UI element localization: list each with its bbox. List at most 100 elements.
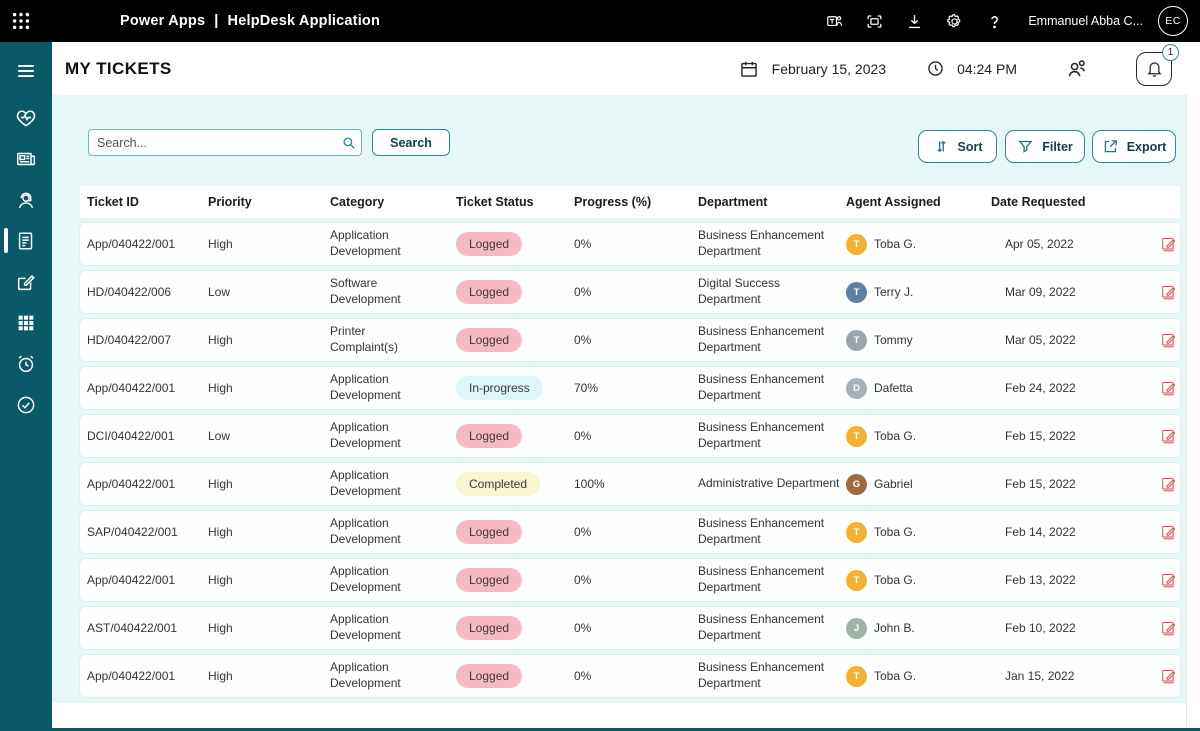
sidebar-item-tickets[interactable] (0, 220, 52, 261)
calendar-icon (739, 59, 759, 79)
notification-bell[interactable]: 1 (1136, 52, 1172, 86)
sidebar-item-apps[interactable] (0, 302, 52, 343)
status-badge: In-progress (456, 376, 543, 400)
table-row[interactable]: App/040422/001 High Application Developm… (79, 222, 1181, 266)
app-launcher-icon[interactable] (10, 10, 32, 32)
date-cell: Feb 24, 2022 (991, 381, 1134, 395)
status-cell: Logged (456, 568, 574, 592)
sidebar-item-compose[interactable] (0, 261, 52, 302)
agent-cell: T Toba G. (846, 666, 991, 687)
edit-ticket-button[interactable] (1134, 283, 1180, 301)
agent-avatar: D (846, 378, 867, 399)
department-cell: Administrative Department (698, 476, 846, 492)
search-input[interactable] (88, 129, 362, 156)
settings-icon[interactable] (937, 6, 971, 36)
agent-avatar: T (846, 570, 867, 591)
teams-icon[interactable] (817, 6, 851, 36)
agent-cell: D Dafetta (846, 378, 991, 399)
department-cell: Business Enhancement Department (698, 324, 846, 355)
table-row[interactable]: SAP/040422/001 High Application Developm… (79, 510, 1181, 554)
sort-icon (933, 138, 950, 155)
progress-cell: 0% (574, 669, 698, 683)
agent-avatar: T (846, 666, 867, 687)
ticket-id-cell: App/040422/001 (87, 669, 208, 683)
sidebar-item-tasks[interactable] (0, 384, 52, 425)
content-panel: Search Sort Filter Export Ticket IDPrior… (52, 95, 1186, 703)
share-people-icon[interactable] (1065, 57, 1088, 80)
edit-icon (1160, 379, 1178, 397)
tickets-table: App/040422/001 High Application Developm… (79, 222, 1181, 702)
edit-icon (1160, 571, 1178, 589)
category-cell: Application Development (330, 564, 456, 595)
sidebar-item-agents[interactable] (0, 179, 52, 220)
table-row[interactable]: App/040422/001 High Application Developm… (79, 366, 1181, 410)
priority-cell: High (208, 477, 330, 491)
clock-icon (926, 59, 945, 78)
edit-ticket-button[interactable] (1134, 571, 1180, 589)
help-icon[interactable] (977, 6, 1011, 36)
status-badge: Logged (456, 232, 522, 256)
edit-icon (1160, 427, 1178, 445)
date-cell: Feb 10, 2022 (991, 621, 1134, 635)
agent-cell: T Terry J. (846, 282, 991, 303)
download-icon[interactable] (897, 6, 931, 36)
priority-cell: High (208, 669, 330, 683)
compose-icon (15, 271, 37, 293)
table-row[interactable]: AST/040422/001 High Application Developm… (79, 606, 1181, 650)
search-button[interactable]: Search (372, 129, 450, 156)
brand-label: Power Apps (120, 13, 205, 29)
edit-ticket-button[interactable] (1134, 475, 1180, 493)
category-cell: Application Development (330, 612, 456, 643)
progress-cell: 0% (574, 333, 698, 347)
department-cell: Digital Success Department (698, 276, 846, 307)
edit-ticket-button[interactable] (1134, 667, 1180, 685)
scrollbar-track[interactable] (1186, 95, 1200, 731)
title-separator: | (214, 13, 218, 29)
table-row[interactable]: DCI/040422/001 Low Application Developme… (79, 414, 1181, 458)
table-row[interactable]: App/040422/001 High Application Developm… (79, 654, 1181, 698)
edit-ticket-button[interactable] (1134, 427, 1180, 445)
column-header: Date Requested (991, 195, 1134, 209)
table-row[interactable]: HD/040422/006 Low Software Development L… (79, 270, 1181, 314)
export-button[interactable]: Export (1092, 130, 1176, 163)
priority-cell: High (208, 573, 330, 587)
filter-button[interactable]: Filter (1005, 130, 1085, 163)
column-header: Ticket ID (87, 195, 208, 209)
date-cell: Feb 14, 2022 (991, 525, 1134, 539)
user-avatar[interactable]: EC (1158, 6, 1188, 36)
edit-ticket-button[interactable] (1134, 523, 1180, 541)
date-cell: Feb 15, 2022 (991, 477, 1134, 491)
page-header: MY TICKETS February 15, 2023 04:24 PM 1 (52, 42, 1200, 95)
topbar-actions: Emmanuel Abba C... EC (817, 6, 1200, 36)
status-badge: Logged (456, 424, 522, 448)
menu-toggle[interactable] (0, 50, 52, 91)
table-row[interactable]: App/040422/001 High Application Developm… (79, 558, 1181, 602)
newspaper-icon (15, 148, 37, 170)
date-cell: Feb 13, 2022 (991, 573, 1134, 587)
edit-ticket-button[interactable] (1134, 619, 1180, 637)
agent-cell: J John B. (846, 618, 991, 639)
priority-cell: High (208, 333, 330, 347)
table-row[interactable]: App/040422/001 High Application Developm… (79, 462, 1181, 506)
sidebar-item-news[interactable] (0, 138, 52, 179)
edit-icon (1160, 331, 1178, 349)
category-cell: Application Development (330, 468, 456, 499)
fit-screen-icon[interactable] (857, 6, 891, 36)
department-cell: Business Enhancement Department (698, 228, 846, 259)
category-cell: Application Development (330, 660, 456, 691)
progress-cell: 0% (574, 429, 698, 443)
sort-button[interactable]: Sort (918, 130, 997, 163)
progress-cell: 0% (574, 573, 698, 587)
table-row[interactable]: HD/040422/007 High Printer Complaint(s) … (79, 318, 1181, 362)
edit-ticket-button[interactable] (1134, 379, 1180, 397)
agent-avatar: J (846, 618, 867, 639)
check-circle-icon (15, 394, 37, 416)
column-header: Progress (%) (574, 195, 698, 209)
sidebar-item-health[interactable] (0, 97, 52, 138)
edit-ticket-button[interactable] (1134, 331, 1180, 349)
department-cell: Business Enhancement Department (698, 564, 846, 595)
user-name-label: Emmanuel Abba C... (1028, 14, 1143, 28)
sidebar-item-reminders[interactable] (0, 343, 52, 384)
edit-ticket-button[interactable] (1134, 235, 1180, 253)
priority-cell: High (208, 525, 330, 539)
